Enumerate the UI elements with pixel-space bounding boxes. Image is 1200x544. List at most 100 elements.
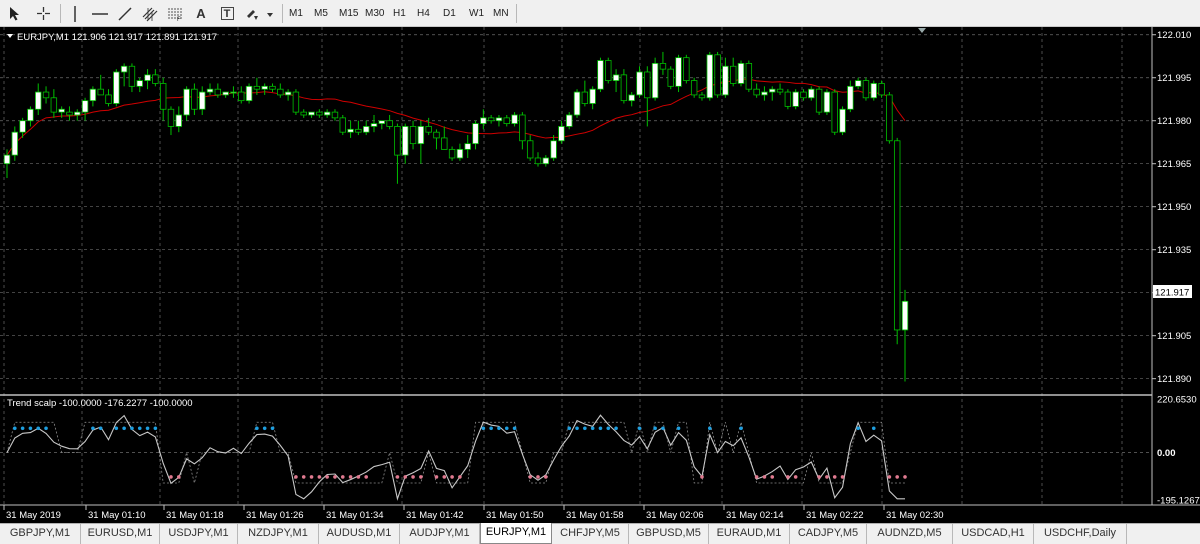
timeframe-m15-button[interactable]: M15 [336,3,361,24]
crosshair-icon[interactable] [32,3,54,24]
candle-body [831,91,838,133]
candle-body [526,140,534,159]
tab-eurusd-m1[interactable]: EURUSD,M1 [81,524,160,544]
candle-body [667,68,674,87]
indicator-down-dot [442,475,447,479]
tab-eurjpy-m1[interactable]: EURJPY,M1 [480,523,552,544]
candle [893,137,901,345]
price-tick-label: 121.890 [1157,374,1191,385]
candle-body [558,126,565,142]
candle-body [706,54,713,99]
chart-header: EURJPY,M1 121.906 121.917 121.891 121.91… [17,32,217,43]
candle-body [113,71,120,104]
indicator-up-dot [637,426,642,431]
candle-body [370,123,378,127]
indicator-down-dot [544,475,548,479]
candle-body [651,62,659,99]
candle-body [347,128,354,133]
candle-body [589,88,596,104]
bid-price-label: 121.917 [1155,288,1189,299]
candle [792,89,799,110]
candle-body [409,126,417,145]
indicator-down-dot [294,475,298,479]
indicator-down-dot [176,475,181,479]
horizontal-line-icon[interactable] [89,3,111,24]
chart-toolbar: F A T M1 M5 M15 M30 H1 H4 D1 W1 MN [0,0,1200,27]
candle-body [316,111,323,116]
candle-body [573,91,581,116]
fibonacci-icon[interactable]: F [164,3,186,24]
tab-gbpjpy-m1[interactable]: GBPJPY,M1 [0,524,81,544]
candle-body [66,111,73,116]
indicator-up-dot [255,426,259,431]
candle-body [245,85,253,102]
tab-usdjpy-m1[interactable]: USDJPY,M1 [160,524,238,544]
candle-body [698,94,706,99]
candle-body [808,88,815,99]
price-tick-label: 121.905 [1157,331,1191,342]
time-tick-label: 31 May 01:10 [88,510,146,521]
indicator-up-dot [653,426,657,431]
tab-usdchf-daily[interactable]: USDCHF,Daily [1034,524,1127,544]
candle-body [714,54,721,96]
cursor-arrow-icon[interactable] [4,3,26,24]
candle-body [159,83,167,110]
indicator-up-dot [481,426,486,431]
candle [823,89,831,115]
candle-body [214,88,222,96]
shapes-dropdown-icon[interactable] [243,3,277,24]
candle-body [659,62,667,70]
trendline-icon[interactable] [114,3,136,24]
candle [605,57,612,84]
tab-audnzd-m5[interactable]: AUDNZD,M5 [867,524,953,544]
candle-body [199,91,206,110]
text-icon[interactable]: A [190,3,212,24]
tab-nzdjpy-m1[interactable]: NZDJPY,M1 [238,524,319,544]
indicator-up-dot [739,426,743,431]
tab-euraud-m1[interactable]: EURAUD,M1 [709,524,790,544]
tab-usdcad-h1[interactable]: USDCAD,H1 [953,524,1034,544]
candle-body [800,91,807,99]
price-chart[interactable]: 122.010 121.995 121.980 121.965 121.950 121.9… [0,27,1200,523]
candle-body [11,131,19,156]
candle-body [261,85,268,90]
timeframe-mn-button[interactable]: MN [490,3,512,24]
candle [706,51,713,101]
candle-body [175,114,183,127]
timeframe-m5-button[interactable]: M5 [311,3,331,24]
toolbar-separator [60,4,61,23]
candle-body [761,91,768,96]
timeframe-m1-button[interactable]: M1 [286,3,306,24]
text-label-glyph: T [220,7,234,20]
tab-audusd-m1[interactable]: AUDUSD,M1 [319,524,400,544]
tab-chfjpy-m5[interactable]: CHFJPY,M5 [552,524,629,544]
tab-gbpusd-m5[interactable]: GBPUSD,M5 [629,524,709,544]
indicator-up-dot [28,426,33,431]
indicator-up-dot [44,426,48,431]
timeframe-m30-button[interactable]: M30 [362,3,387,24]
text-label-icon[interactable]: T [216,3,238,24]
candle-body [862,80,870,99]
timeframe-d1-button[interactable]: D1 [440,3,459,24]
candle [245,83,253,104]
timeframe-w1-button[interactable]: W1 [466,3,487,24]
candle [815,86,823,115]
candle-body [27,108,34,122]
candle-body [823,91,831,113]
candle-body [448,148,456,159]
indicator-up-dot [504,426,509,431]
channel-icon[interactable] [139,3,161,24]
timeframe-h4-button[interactable]: H4 [414,3,433,24]
candle-body [472,123,479,145]
time-tick-label: 31 May 01:18 [166,510,224,521]
candle-body [776,88,784,93]
candle-body [300,111,307,116]
tab-cadjpy-m5[interactable]: CADJPY,M5 [790,524,867,544]
candle-body [597,60,604,90]
timeframe-h1-button[interactable]: H1 [390,3,409,24]
tab-audjpy-m1[interactable]: AUDJPY,M1 [400,524,480,544]
vertical-line-icon[interactable] [64,3,86,24]
candle-body [886,94,893,142]
candle-body [128,65,136,87]
candle-body [378,120,386,124]
